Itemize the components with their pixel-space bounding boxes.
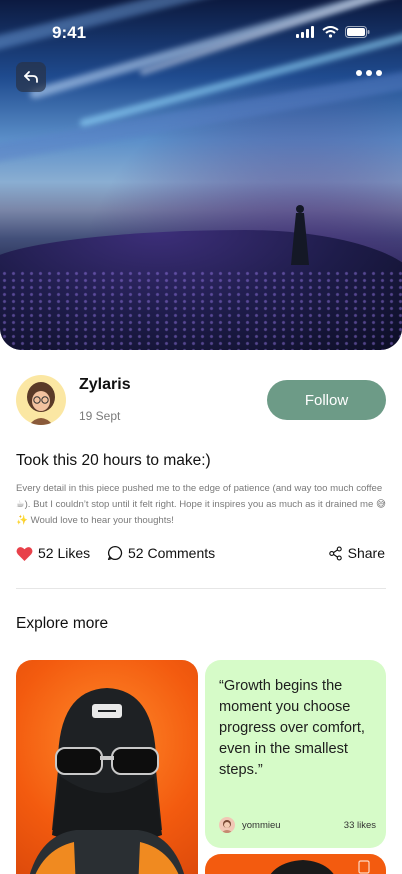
more-dots-icon <box>356 70 362 76</box>
more-options-button[interactable] <box>356 70 382 76</box>
explore-title: Explore more <box>16 615 109 632</box>
comments-count: 52 Comments <box>128 545 216 561</box>
likes-count: 52 Likes <box>38 545 91 561</box>
post-body: Every detail in this piece pushed me to … <box>16 483 387 526</box>
silhouette-figure <box>291 205 309 265</box>
comment-icon <box>107 545 123 561</box>
back-button[interactable] <box>16 62 46 92</box>
wifi-icon <box>322 26 339 38</box>
share-label: Share <box>347 545 385 561</box>
back-arrow-icon <box>24 71 38 83</box>
comments-button[interactable]: 52 Comments <box>107 545 215 561</box>
status-icons <box>296 26 370 38</box>
share-icon <box>328 545 342 561</box>
likes-button[interactable]: 52 Likes <box>16 545 90 561</box>
status-time: 9:41 <box>52 23 87 42</box>
bookmark-icon[interactable] <box>358 860 370 874</box>
author-name[interactable]: Zylaris <box>79 376 131 394</box>
quote-likes: 33 likes <box>343 820 376 831</box>
follow-button[interactable]: Follow <box>267 380 386 420</box>
quote-user-name[interactable]: yommieu <box>242 820 281 831</box>
author-avatar[interactable] <box>16 375 66 425</box>
battery-icon <box>345 26 370 38</box>
divider <box>16 588 386 589</box>
explore-card-orange[interactable] <box>205 854 386 874</box>
quote-text: “Growth begins the moment you choose pro… <box>219 678 365 778</box>
post-stats: 52 Likes 52 Comments Share <box>16 545 386 565</box>
portrait-image <box>29 688 185 874</box>
explore-card-portrait[interactable] <box>16 660 198 874</box>
post-title: Took this 20 hours to make:) <box>16 452 211 469</box>
heart-icon <box>16 546 33 561</box>
explore-card-quote[interactable]: “Growth begins the moment you choose pro… <box>205 660 386 848</box>
quote-user-avatar[interactable] <box>219 817 235 833</box>
hero-artwork-image: 9:41 <box>0 0 402 350</box>
post-date: 19 Sept <box>79 409 121 423</box>
share-button[interactable]: Share <box>328 545 385 561</box>
signal-icon <box>296 26 314 38</box>
